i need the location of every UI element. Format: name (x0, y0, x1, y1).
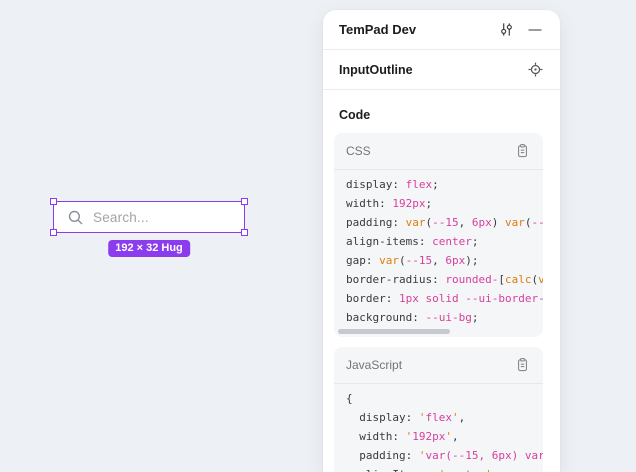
javascript-block-header: JavaScript (334, 347, 543, 384)
component-name: InputOutline (339, 63, 524, 77)
copy-icon[interactable] (511, 140, 533, 162)
css-code-block: CSS display: flex;width: 192px;padding: … (334, 133, 543, 337)
javascript-code-block: JavaScript { display: 'flex', width: '19… (334, 347, 543, 472)
search-input-component[interactable]: Search... (53, 201, 245, 233)
minimize-icon[interactable] (524, 19, 546, 41)
css-code[interactable]: display: flex;width: 192px;padding: var(… (334, 170, 543, 327)
sliders-icon[interactable] (495, 19, 517, 41)
selection-handle-top-right[interactable] (241, 198, 248, 205)
code-section-heading: Code (339, 108, 370, 122)
selection-size-badge: 192 × 32 Hug (108, 240, 190, 257)
copy-icon[interactable] (511, 354, 533, 376)
css-block-label: CSS (346, 144, 511, 158)
selected-component-row[interactable]: InputOutline (323, 50, 560, 90)
locate-target-icon[interactable] (524, 59, 546, 81)
panel-header: TemPad Dev (323, 10, 560, 50)
tempad-dev-panel: TemPad Dev InputOutline (323, 10, 560, 472)
search-placeholder: Search... (93, 210, 149, 225)
selection-handle-bottom-left[interactable] (50, 229, 57, 236)
selection-handle-bottom-right[interactable] (241, 229, 248, 236)
css-block-header: CSS (334, 133, 543, 170)
horizontal-scrollbar[interactable] (338, 329, 450, 334)
magnifier-icon (67, 209, 84, 226)
selection-handle-top-left[interactable] (50, 198, 57, 205)
javascript-code[interactable]: { display: 'flex', width: '192px', paddi… (334, 384, 543, 472)
javascript-block-label: JavaScript (346, 358, 511, 372)
panel-title: TemPad Dev (339, 22, 495, 37)
